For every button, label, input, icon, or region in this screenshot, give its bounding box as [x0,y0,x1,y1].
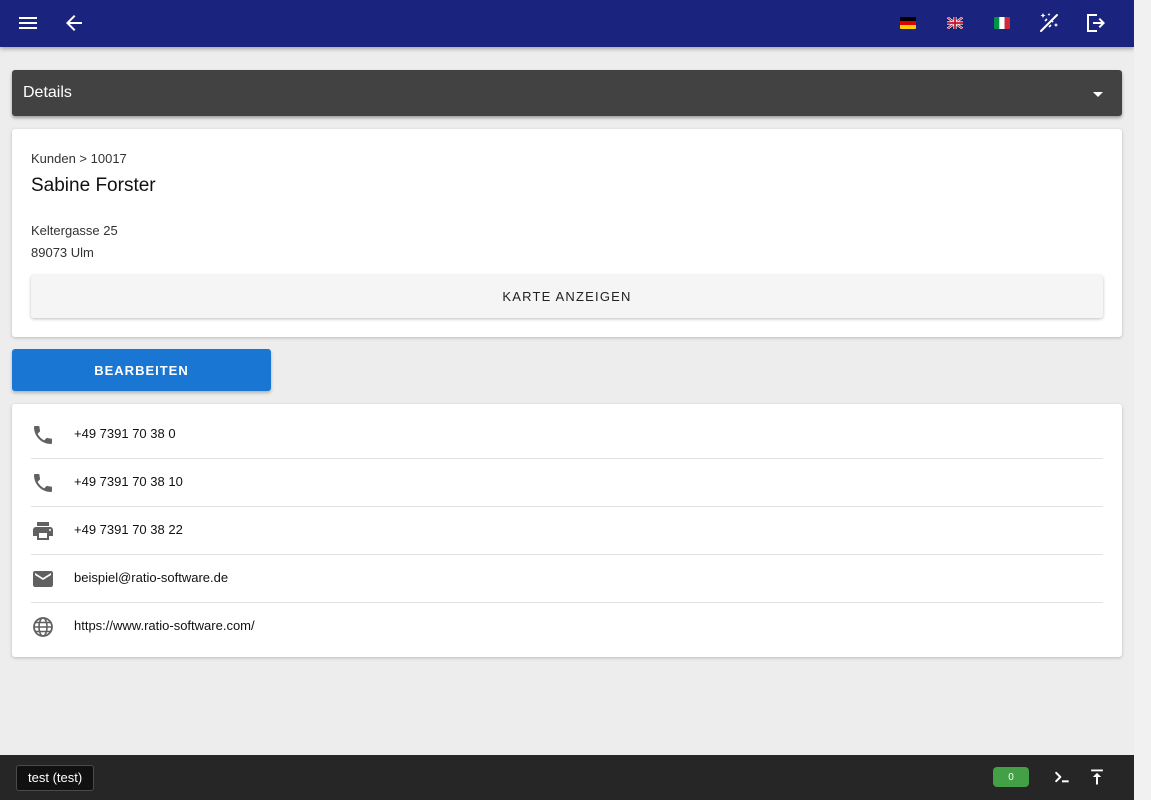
edit-button[interactable]: BEARBEITEN [12,349,271,391]
contact-value: +49 7391 70 38 22 [74,522,183,537]
contact-list-card: +49 7391 70 38 0 +49 7391 70 38 10 +49 7… [12,404,1122,657]
menu-icon[interactable] [16,11,40,35]
contact-value: +49 7391 70 38 10 [74,474,183,489]
contact-item-phone[interactable]: +49 7391 70 38 0 [31,411,1103,459]
details-title: Details [23,84,72,101]
logout-icon[interactable] [1083,11,1107,35]
email-icon [31,567,55,591]
contact-value: https://www.ratio-software.com/ [74,618,255,633]
app-bar [0,0,1134,47]
auto-fix-icon[interactable] [1037,11,1061,35]
contact-item-email[interactable]: beispiel@ratio-software.de [31,555,1103,603]
scroll-top-icon[interactable] [1087,767,1107,787]
customer-name: Sabine Forster [31,175,156,196]
contact-value: +49 7391 70 38 0 [74,426,176,441]
contact-item-fax[interactable]: +49 7391 70 38 22 [31,507,1103,555]
phone-icon [31,471,55,495]
contact-value: beispiel@ratio-software.de [74,570,229,585]
console-icon[interactable] [1052,767,1072,787]
contact-item-phone[interactable]: +49 7391 70 38 10 [31,459,1103,507]
web-icon [31,615,55,639]
details-panel-header[interactable]: Details [12,70,1122,116]
flag-gb-icon[interactable] [947,17,963,29]
flag-de-icon[interactable] [900,17,916,29]
address-city: 89073 Ulm [31,245,94,260]
user-chip[interactable]: test (test) [16,765,95,791]
status-footer: test (test) 0 [0,755,1134,800]
flag-it-icon[interactable] [994,17,1010,29]
arrow-drop-down-icon[interactable] [1086,82,1110,106]
printer-icon [31,519,55,543]
breadcrumb[interactable]: Kunden > 10017 [31,151,127,166]
count-badge[interactable]: 0 [993,767,1029,787]
phone-icon [31,423,55,447]
address-street: Keltergasse 25 [31,223,118,238]
page-scrollbar[interactable] [1134,0,1151,800]
contact-item-website[interactable]: https://www.ratio-software.com/ [31,603,1103,651]
customer-card: Kunden > 10017 Sabine Forster Keltergass… [12,129,1122,337]
show-map-button[interactable]: KARTE ANZEIGEN [31,275,1103,318]
arrow-back-icon[interactable] [62,11,86,35]
